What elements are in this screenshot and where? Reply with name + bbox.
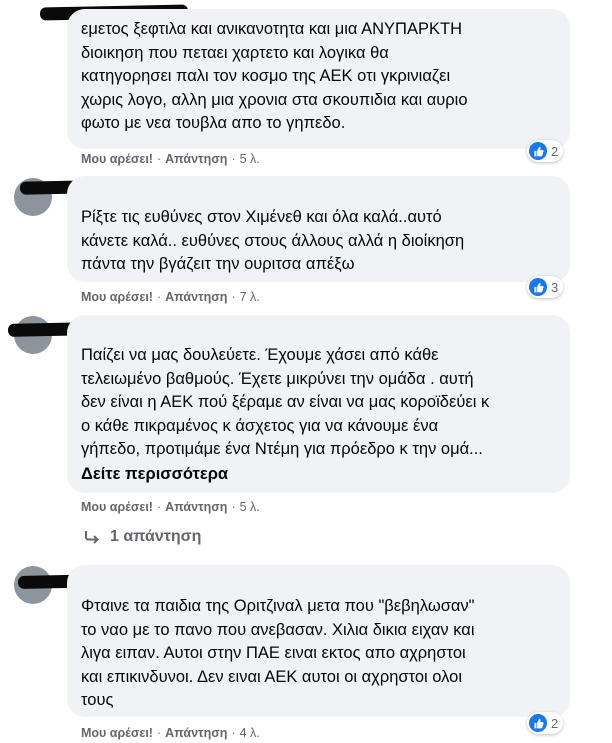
comment-actions: Μου αρέσει! · Απάντηση · 7 λ.	[81, 290, 260, 304]
comment-actions: Μου αρέσει! · Απάντηση · 4 λ.	[81, 726, 260, 740]
reply-button[interactable]: Απάντηση	[165, 726, 227, 740]
timestamp[interactable]: 4 λ.	[240, 726, 260, 740]
reply-button[interactable]: Απάντηση	[165, 152, 227, 166]
thumbs-up-icon	[529, 714, 547, 732]
reply-button[interactable]: Απάντηση	[165, 290, 227, 304]
comment-text: Παίζει να μας δουλεύετε. Έχουμε χάσει απ…	[81, 346, 490, 458]
comment-text: Ρίξτε τις ευθύνες στον Χιμένεθ και όλα κ…	[81, 208, 465, 273]
comment-text: εμετος ξεφτιλα και ανικανοτητα και μια Α…	[81, 20, 468, 132]
reply-button[interactable]: Απάντηση	[165, 500, 227, 514]
comment-bubble: Παίζει να μας δουλεύετε. Έχουμε χάσει απ…	[67, 315, 570, 493]
view-replies-link[interactable]: 1 απάντηση	[84, 528, 201, 546]
like-button[interactable]: Μου αρέσει!	[81, 290, 153, 304]
comment-bubble: Ρίξτε τις ευθύνες στον Χιμένεθ και όλα κ…	[67, 176, 570, 282]
see-more-link[interactable]: Δείτε περισσότερα	[81, 463, 556, 487]
reaction-count[interactable]: 2	[527, 140, 564, 162]
timestamp[interactable]: 5 λ.	[240, 500, 260, 514]
replies-count[interactable]: 1 απάντηση	[110, 528, 201, 546]
reaction-count[interactable]: 3	[527, 276, 564, 298]
reaction-count[interactable]: 2	[527, 712, 564, 734]
like-button[interactable]: Μου αρέσει!	[81, 152, 153, 166]
like-button[interactable]: Μου αρέσει!	[81, 726, 153, 740]
timestamp[interactable]: 5 λ.	[240, 152, 260, 166]
reply-arrow-icon	[85, 531, 99, 544]
comment-actions: Μου αρέσει! · Απάντηση · 5 λ.	[81, 152, 260, 166]
thumbs-up-icon	[529, 142, 547, 160]
thumbs-up-icon	[529, 278, 547, 296]
comment-actions: Μου αρέσει! · Απάντηση · 5 λ.	[81, 500, 260, 514]
comment-bubble: Φταινε τα παιδια της Οριτζιναλ μετα που …	[67, 565, 570, 717]
comment-text: Φταινε τα παιδια της Οριτζιναλ μετα που …	[81, 597, 475, 709]
comment-bubble: εμετος ξεφτιλα και ανικανοτητα και μια Α…	[67, 9, 570, 149]
like-button[interactable]: Μου αρέσει!	[81, 500, 153, 514]
timestamp[interactable]: 7 λ.	[240, 290, 260, 304]
